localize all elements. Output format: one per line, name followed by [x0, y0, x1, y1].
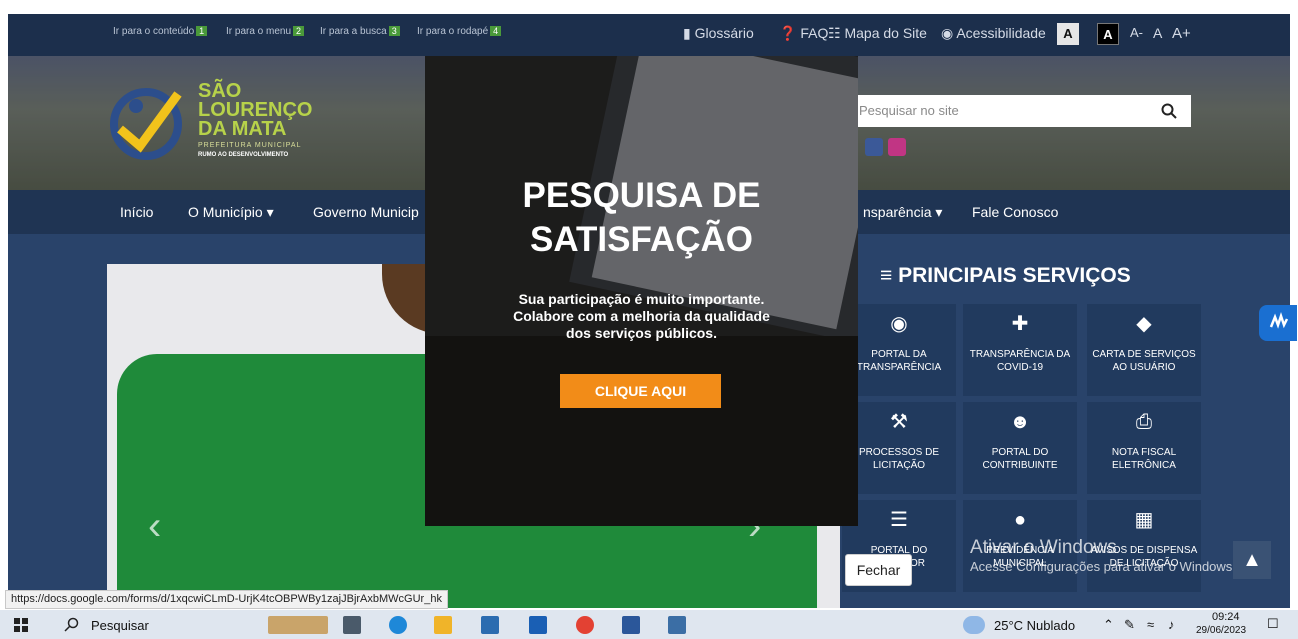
menu-item-transparencia[interactable]: nsparência ▾ — [863, 204, 942, 221]
browser-status-url: https://docs.google.com/forms/d/1xqcwiCL… — [5, 590, 448, 609]
gavel-icon: ⚒ — [890, 411, 908, 433]
pen-icon[interactable]: ✎ — [1124, 617, 1135, 633]
font-decrease-button[interactable]: A- — [1130, 25, 1143, 40]
instagram-icon[interactable] — [888, 138, 906, 156]
logo-subtitle: PREFEITURA MUNICIPAL — [198, 142, 302, 149]
city-logo-icon[interactable] — [108, 84, 188, 164]
menu-item-municipio[interactable]: O Município ▾ — [188, 204, 274, 221]
modal-title-line-1: PESQUISA DE — [522, 176, 761, 215]
vlibras-widget[interactable] — [1259, 305, 1297, 341]
clock-time[interactable]: 09:24 — [1212, 611, 1240, 623]
modal-text-line-3: dos serviços públicos. — [566, 325, 717, 341]
users-icon: ☻ — [1009, 411, 1031, 433]
search-input[interactable]: Pesquisar no site — [859, 103, 959, 118]
modal-title-line-2: SATISFAÇÃO — [530, 220, 753, 259]
skip-to-footer-link[interactable]: Ir para o rodapé 4 — [417, 26, 502, 37]
clique-aqui-button[interactable]: CLIQUE AQUI — [560, 374, 721, 408]
service-portal-contribuinte[interactable]: ☻ PORTAL DO CONTRIBUINTE — [963, 402, 1077, 494]
menu-icon: ≡ — [880, 264, 893, 287]
font-normal-button[interactable]: A — [1153, 25, 1162, 41]
glossary-link[interactable]: ▮ Glossário — [683, 25, 754, 42]
satisfaction-survey-modal: PESQUISA DE SATISFAÇÃO Sua participação … — [425, 56, 858, 526]
modal-text-line-1: Sua participação é muito importante. — [518, 291, 765, 307]
task-view-icon[interactable] — [343, 616, 361, 634]
accessibility-icon: ◉ — [941, 25, 954, 41]
chrome-icon[interactable] — [576, 616, 594, 634]
windows-activation-text: Acesse Configurações para ativar o Windo… — [970, 559, 1236, 574]
taskbar-widget-image[interactable] — [268, 616, 328, 634]
question-icon: ❓ — [779, 25, 797, 41]
modal-text-line-2: Colabore com a melhoria da qualidade — [513, 308, 770, 324]
font-increase-button[interactable]: A+ — [1172, 25, 1191, 42]
caret-down-icon: ▾ — [266, 204, 274, 220]
printer-icon: ⎙ — [1136, 411, 1152, 433]
search-icon[interactable] — [1161, 103, 1177, 119]
book-icon: ▮ — [683, 25, 691, 41]
newspaper-icon: ▦ — [1134, 509, 1154, 531]
close-modal-button[interactable]: Fechar — [845, 554, 912, 586]
service-nota-fiscal[interactable]: ⎙ NOTA FISCAL ELETRÔNICA — [1087, 402, 1201, 494]
services-heading: ≡ PRINCIPAIS SERVIÇOS — [880, 264, 1131, 287]
edge-icon[interactable] — [389, 616, 407, 634]
wifi-icon[interactable]: ≈ — [1147, 617, 1154, 632]
file-explorer-icon[interactable] — [434, 616, 452, 634]
money-bag-icon: ◉ — [890, 313, 908, 335]
plus-cross-icon: ✚ — [1011, 313, 1029, 335]
logo-text: SÃO LOURENÇO DA MATA — [198, 80, 313, 140]
windows-taskbar: Pesquisar 25°C Nublado ⌃ ✎ ≈ ♪ 09:24 29/… — [0, 610, 1298, 639]
windows-activation-title: Ativar o Windows — [970, 537, 1117, 558]
weather-text[interactable]: 25°C Nublado — [994, 618, 1075, 633]
logo-slogan: RUMO AO DESENVOLVIMENTO — [198, 152, 289, 158]
carousel-prev-icon[interactable]: ‹ — [148, 504, 161, 549]
service-transparencia-covid[interactable]: ✚ TRANSPARÊNCIA DA COVID-19 — [963, 304, 1077, 396]
search-icon[interactable] — [64, 617, 79, 632]
accessibility-bar: Ir para o conteúdo 1 Ir para o menu 2 Ir p… — [8, 14, 1290, 56]
tag-icon: ◆ — [1136, 313, 1152, 335]
skip-to-search-link[interactable]: Ir para a busca 3 — [320, 26, 400, 37]
scroll-top-button[interactable]: ▲ — [1233, 541, 1271, 579]
service-portal-transparencia[interactable]: ◉ PORTAL DA TRANSPARÊNCIA — [842, 304, 956, 396]
sitemap-link[interactable]: ☷ Mapa do Site — [828, 25, 927, 42]
caret-down-icon: ▾ — [935, 204, 943, 220]
clock-date[interactable]: 29/06/2023 — [1196, 625, 1246, 636]
store-icon[interactable] — [481, 616, 499, 634]
menu-item-inicio[interactable]: Início — [120, 204, 153, 220]
file-search-icon: ☰ — [890, 509, 908, 531]
calculator-icon[interactable] — [668, 616, 686, 634]
contrast-dark-button[interactable]: A — [1097, 23, 1119, 45]
accessibility-link[interactable]: ◉ Acessibilidade — [941, 25, 1046, 42]
screen: Ir para o conteúdo 1 Ir para o menu 2 Ir p… — [0, 0, 1298, 639]
menu-item-fale-conosco[interactable]: Fale Conosco — [972, 204, 1058, 220]
notification-icon[interactable]: ☐ — [1267, 616, 1279, 632]
menu-item-governo[interactable]: Governo Municip — [313, 204, 419, 220]
faq-link[interactable]: ❓ FAQ — [779, 25, 828, 42]
contrast-light-button[interactable]: A — [1057, 23, 1079, 45]
volume-icon[interactable]: ♪ — [1168, 617, 1175, 632]
site-search[interactable]: Pesquisar no site — [851, 95, 1191, 127]
windows-start-icon[interactable] — [14, 618, 28, 632]
mail-icon[interactable] — [529, 616, 547, 634]
sitemap-icon: ☷ — [828, 25, 841, 41]
user-search-icon: ● — [1013, 509, 1027, 531]
facebook-icon[interactable] — [865, 138, 883, 156]
sign-language-icon — [1269, 312, 1289, 329]
chevron-up-icon: ▲ — [1242, 549, 1262, 571]
service-carta-servicos[interactable]: ◆ CARTA DE SERVIÇOS AO USUÁRIO — [1087, 304, 1201, 396]
skip-to-menu-link[interactable]: Ir para o menu 2 — [226, 26, 305, 37]
cloud-icon — [963, 616, 985, 634]
word-icon[interactable] — [622, 616, 640, 634]
chevron-up-icon[interactable]: ⌃ — [1103, 617, 1114, 633]
skip-to-content-link[interactable]: Ir para o conteúdo 1 — [113, 26, 208, 37]
taskbar-search-box[interactable]: Pesquisar — [91, 618, 149, 633]
service-processos-licitacao[interactable]: ⚒ PROCESSOS DE LICITAÇÃO — [842, 402, 956, 494]
